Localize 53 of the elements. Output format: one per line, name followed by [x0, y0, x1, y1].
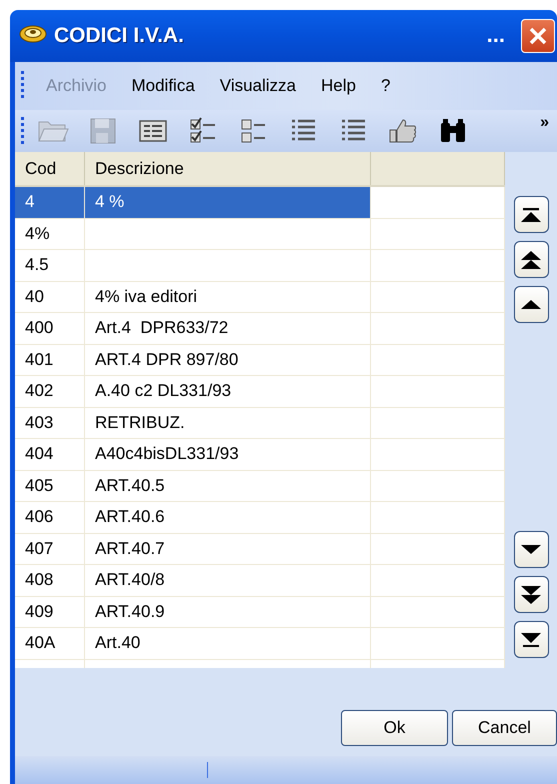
column-header[interactable]: Cod: [15, 152, 85, 185]
overflow-chevron[interactable]: »: [540, 114, 549, 132]
table-cell: 4% iva editori: [85, 282, 371, 312]
menu-item[interactable]: Visualizza: [212, 72, 314, 100]
cancel-button[interactable]: Cancel: [452, 710, 557, 746]
table-cell: 406: [15, 502, 85, 532]
table-cell: 40A: [15, 628, 85, 658]
navigation-button[interactable]: [514, 286, 548, 323]
table-cell: A40c4bisDL331/93: [85, 439, 371, 470]
table-cell: ART.40.5: [85, 470, 371, 501]
navigation-button[interactable]: [514, 241, 548, 278]
table-cell: ART.40.7: [85, 534, 371, 564]
double-down-arrow-icon: [521, 586, 541, 604]
table-cell: 405: [15, 470, 85, 501]
table-cell: Art.4 DPR633/72: [85, 313, 371, 344]
table-cell: 404: [15, 439, 85, 470]
ok-button[interactable]: Ok: [341, 710, 448, 746]
double-up-arrow-icon: [521, 250, 541, 268]
table-cell: RETRIBUZ.: [85, 408, 371, 438]
menu-item[interactable]: Help: [313, 72, 373, 100]
table-cell: 4.5: [15, 250, 85, 280]
up-arrow-icon: [521, 300, 541, 309]
navigation-button[interactable]: [514, 576, 548, 613]
table-cell: ART.40/8: [85, 565, 371, 596]
window-title: CODICI I.V.A.: [54, 24, 185, 48]
jump-to-last-icon: [521, 632, 541, 646]
table-cell: ART.40.6: [85, 502, 371, 532]
table-cell: ART.40.9: [85, 596, 371, 627]
table-cell: 4%: [15, 218, 85, 249]
jump-to-first-icon: [521, 208, 541, 222]
table-cell: 409: [15, 596, 85, 627]
table-cell: A.40 c2 DL331/93: [85, 376, 371, 406]
table-cell: 400: [15, 313, 85, 344]
close-button[interactable]: [521, 19, 555, 53]
title-extra: ...: [486, 22, 505, 48]
table-cell: 4 %: [85, 187, 371, 218]
table-cell: 408: [15, 565, 85, 596]
table-cell: 407: [15, 534, 85, 564]
table-cell: 402: [15, 376, 85, 406]
navigation-button[interactable]: [514, 531, 548, 568]
table-cell: Art.40: [85, 628, 371, 658]
table-cell: 401: [15, 344, 85, 375]
close-icon: [528, 26, 548, 46]
menu-item[interactable]: ?: [372, 72, 408, 100]
table-cell: 4: [15, 187, 85, 218]
navigation-button[interactable]: [514, 621, 548, 658]
table-cell: ART.4 DPR 897/80: [85, 344, 371, 375]
table-cell: 40: [15, 282, 85, 312]
menu-item[interactable]: Modifica: [123, 72, 212, 100]
navigation-button[interactable]: [514, 196, 548, 233]
column-header[interactable]: Descrizione: [85, 152, 371, 185]
table-cell: 403: [15, 408, 85, 438]
down-arrow-icon: [521, 545, 541, 554]
